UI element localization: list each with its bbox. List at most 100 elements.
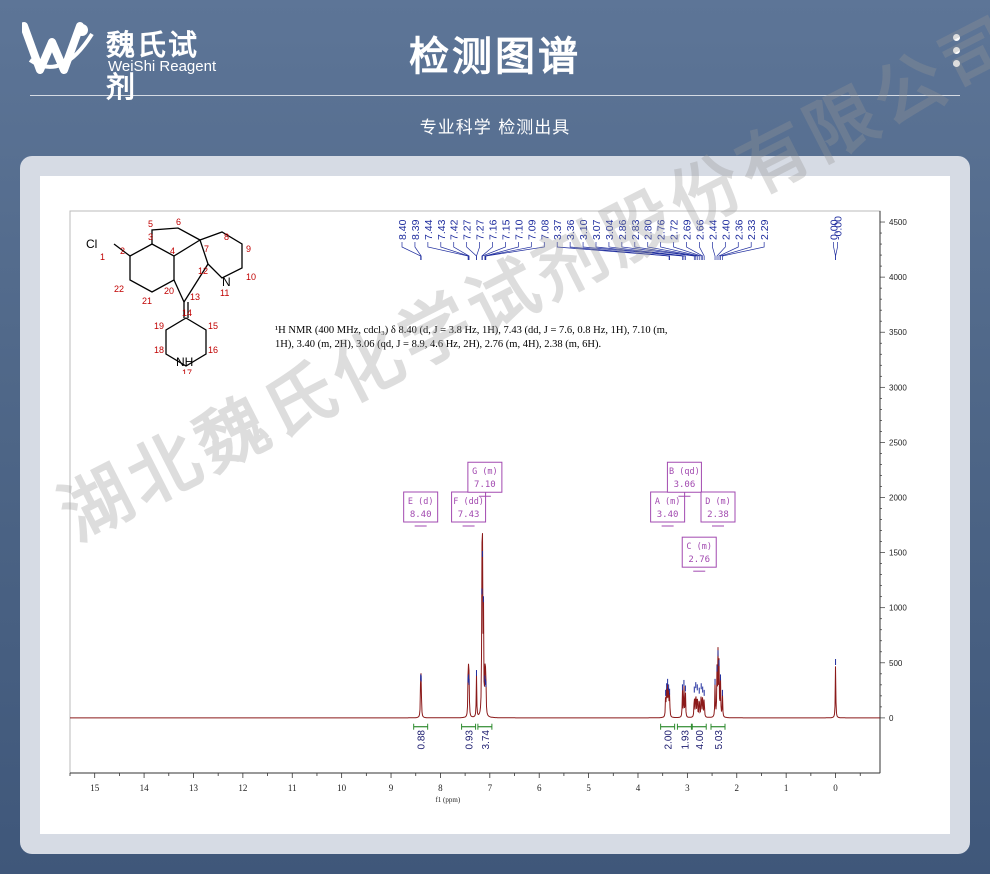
y-tick-label: 4000	[889, 273, 907, 282]
x-tick-label: 4	[636, 783, 641, 793]
peak-label: -0.00	[833, 216, 845, 240]
atom-label: 9	[246, 244, 251, 254]
x-tick-label: 13	[189, 783, 199, 793]
atom-label: 21	[142, 296, 152, 306]
header-divider	[30, 95, 960, 96]
report-card: 15 14 13 12 11 10 9 8 7 6 5 4 3 2 1 0 f1 (ppm) 0 500 1000 15…	[20, 156, 970, 854]
atom-label: 12	[198, 266, 208, 276]
x-tick-label: 8	[438, 783, 443, 793]
peak-label-connector	[484, 242, 519, 260]
atom-label: 14	[182, 308, 192, 318]
peak-label: 2.66	[694, 219, 706, 240]
pyridine-n-label: N	[222, 275, 231, 289]
spectrum-trace	[70, 533, 880, 719]
integral-value: 4.00	[695, 730, 706, 750]
page-title: 检测图谱	[409, 34, 581, 80]
multiplet-shift: 3.06	[674, 480, 696, 490]
x-axis-title: f1 (ppm)	[435, 796, 460, 804]
peak-label: 2.33	[746, 219, 758, 240]
peak-label: 2.80	[643, 219, 655, 240]
peak-label: 2.72	[669, 219, 681, 240]
atom-label: 18	[154, 345, 164, 355]
atom-label: 2	[120, 246, 125, 256]
x-tick-label: 6	[537, 783, 542, 793]
atom-label: 19	[154, 321, 164, 331]
peak-label: 7.44	[423, 219, 435, 240]
multiplet-name: A (m)	[655, 497, 681, 507]
y-tick-label: 2000	[889, 494, 907, 503]
peak-label: 8.39	[410, 219, 422, 240]
atom-label: 4	[170, 246, 175, 256]
atom-label: 15	[208, 321, 218, 331]
peak-label: 2.36	[733, 219, 745, 240]
peak-label-connector	[476, 242, 480, 260]
peak-label: 3.37	[552, 219, 564, 240]
x-tick-label: 5	[586, 783, 591, 793]
x-tick-label: 12	[238, 783, 247, 793]
x-tick-label: 2	[735, 783, 740, 793]
peak-label: 2.40	[720, 219, 732, 240]
multiplet-name: E (d)	[408, 497, 434, 507]
atom-label: 20	[164, 286, 174, 296]
peak-label: 3.04	[604, 219, 616, 240]
atom-label: 5	[148, 219, 153, 229]
atom-label: 8	[224, 232, 229, 242]
peak-label: 7.27	[462, 219, 474, 240]
peak-label: 2.76	[656, 219, 668, 240]
peak-label: 7.42	[449, 219, 461, 240]
peak-label: 3.36	[565, 219, 577, 240]
integral-value: 5.03	[714, 730, 725, 750]
atom-label: 7	[204, 244, 209, 254]
atom-label: 1	[100, 252, 105, 262]
y-tick-label: 500	[889, 659, 903, 668]
multiplet-shift: 2.76	[688, 555, 710, 565]
peak-label: 3.10	[578, 219, 590, 240]
chlorine-label: Cl	[86, 237, 97, 251]
multiplet-name: F (dd)	[453, 497, 484, 507]
peak-label-connector	[722, 242, 765, 260]
integral-value: 0.93	[465, 730, 476, 750]
peak-label-connector	[481, 242, 493, 260]
nmr-description: ¹H NMR (400 MHz, cdcl₃) δ 8.40 (d, J = 3…	[275, 325, 668, 350]
y-tick-label: 2500	[889, 438, 907, 447]
x-tick-label: 9	[389, 783, 394, 793]
multiplet-shift: 8.40	[410, 510, 432, 520]
page-subtitle: 专业科学 检测出具	[419, 118, 571, 138]
peak-label-connector	[414, 242, 422, 260]
peak-label-connector	[716, 242, 726, 260]
peak-label: 8.40	[397, 219, 409, 240]
x-tick-label: 0	[833, 783, 838, 793]
integral-value: 1.93	[680, 730, 691, 750]
multiplet-name: B (qd)	[669, 467, 700, 477]
x-tick-label: 11	[288, 783, 297, 793]
multiplet-shift: 3.40	[657, 510, 679, 520]
atom-label: 13	[190, 292, 200, 302]
peak-label: 2.69	[682, 219, 694, 240]
more-menu-icon[interactable]	[946, 34, 966, 74]
piperidine-nh-label: NH	[176, 355, 193, 369]
peak-label: 7.43	[436, 219, 448, 240]
peak-label: 2.86	[617, 219, 629, 240]
peak-label: 2.29	[759, 219, 771, 240]
peak-label-connector	[427, 242, 469, 260]
x-tick-label: 14	[140, 783, 150, 793]
peak-label: 7.16	[488, 219, 500, 240]
multiplet-shift: 7.43	[458, 510, 480, 520]
atom-label: 16	[208, 345, 218, 355]
peak-label: 7.10	[513, 219, 525, 240]
multiplet-name: G (m)	[472, 467, 498, 477]
y-tick-label: 1500	[889, 549, 907, 558]
atom-label: 6	[176, 217, 181, 227]
multiplet-shift: 7.10	[474, 480, 496, 490]
x-tick-label: 1	[784, 783, 789, 793]
atom-label: 11	[220, 288, 229, 298]
nmr-spectrum-sheet: 15 14 13 12 11 10 9 8 7 6 5 4 3 2 1 0 f1 (ppm) 0 500 1000 15…	[40, 176, 950, 834]
peak-label-connector	[835, 242, 838, 260]
multiplet-shift: 2.38	[707, 510, 729, 520]
x-tick-label: 15	[90, 783, 100, 793]
peak-label: 7.09	[526, 219, 538, 240]
multiplet-name: C (m)	[686, 542, 712, 552]
atom-label: 3	[148, 232, 153, 242]
peak-label: 3.07	[591, 219, 603, 240]
peak-label: 7.15	[500, 219, 512, 240]
